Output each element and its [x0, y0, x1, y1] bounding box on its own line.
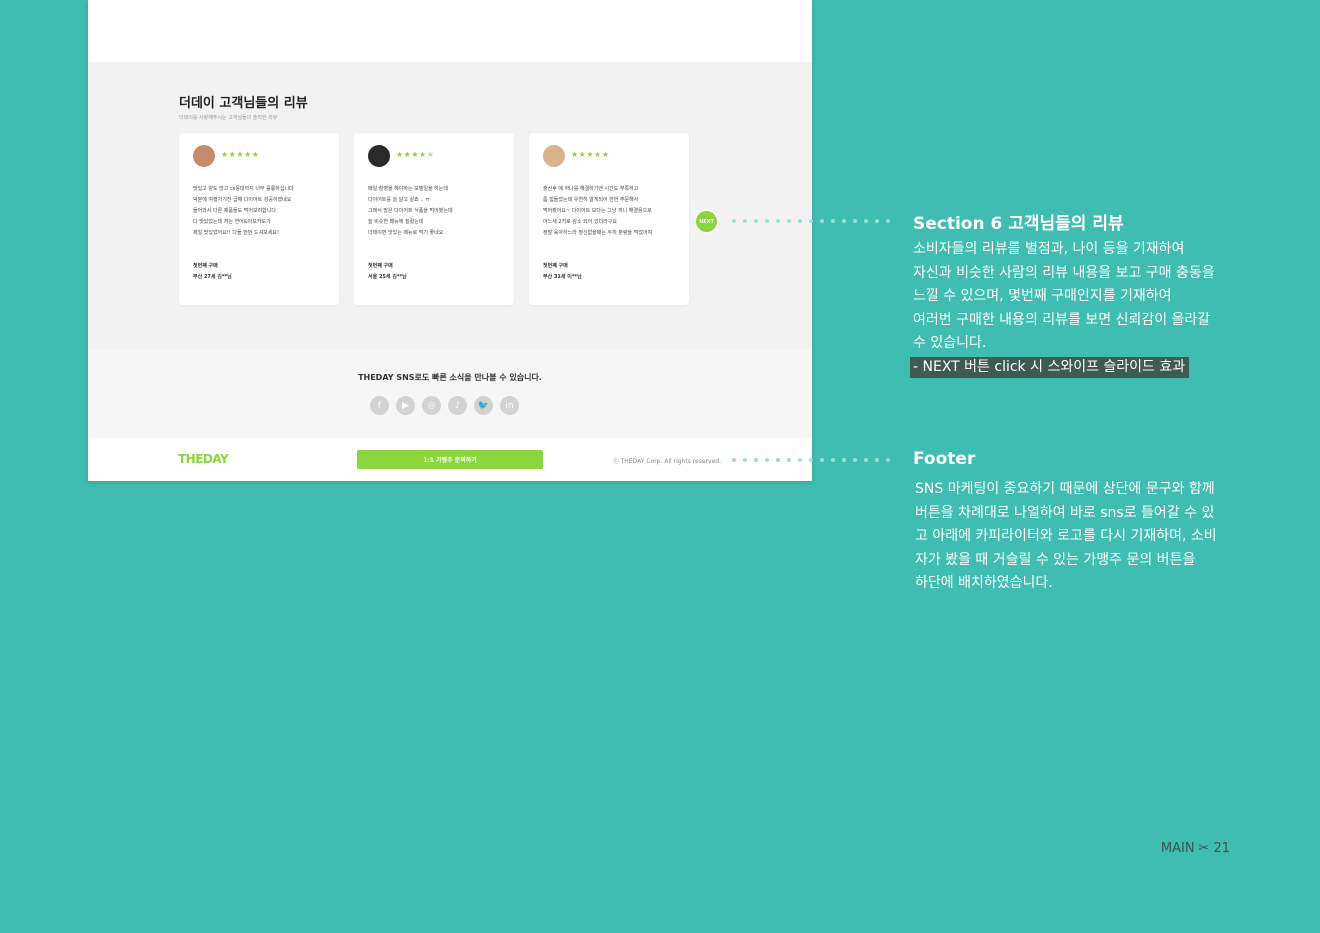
review-line: 좀 힘들었는데 우연히 알게되어 한번 주문해서	[543, 197, 639, 203]
star-rating: ★★★★★	[571, 150, 610, 159]
avatar	[193, 145, 215, 167]
review-line: 들어와서 다른 제품들도 먹어보려합니다	[193, 208, 276, 214]
section6-description: 소비자들의 리뷰를 별점과, 나이 등을 기재하여 자신과 비슷한 사람의 리뷰…	[910, 238, 1215, 379]
footer-description: SNS 마케팅이 중요하기 때문에 상단에 문구와 함께 버튼을 차례대로 나열…	[915, 478, 1217, 596]
tiktok-icon[interactable]: ♪	[448, 396, 467, 415]
review-line: 매일 촬영을 해야하는 모델일을 하는데	[368, 186, 448, 192]
purchase-count: 첫번째 구매	[368, 263, 393, 269]
reviewer-info: 서울 25세 김**님	[368, 274, 407, 280]
highlight-note: - NEXT 버튼 click 시 스와이프 슬라이드 효과	[910, 356, 1190, 378]
franchise-inquiry-button[interactable]: 1:1 가맹주 문의하기	[357, 450, 543, 469]
star-rating: ★★★★★	[396, 150, 435, 159]
review-line: 어느새 2키로 감소 되어 있더라구요	[543, 219, 617, 225]
description-line: 자신과 비슷한 사람의 리뷰 내용을 보고 구매 충동을	[913, 264, 1215, 281]
star-rating: ★★★★★	[221, 150, 260, 159]
reviews-section: 더데이 고객님들의 리뷰 더데이를 사랑해주시는 고객님들의 솔직한 리뷰 ★★…	[88, 62, 812, 350]
sns-text: THEDAY SNS로도 빠른 소식을 만나볼 수 있습니다.	[358, 373, 542, 382]
purchase-count: 첫번째 구매	[543, 263, 568, 269]
review-line: 먹어봤어요~ 다이어트 보다는 그냥 끼니 해결용으로	[543, 208, 652, 214]
review-card: ★★★★★ 매일 촬영을 해야하는 모델일을 하는데 다이어트를 늘 달고 살죠…	[354, 133, 514, 305]
footer-annotation-title: Footer	[913, 449, 976, 469]
section6-title: Section 6 고객님들의 리뷰	[913, 214, 1124, 234]
description-line: 느낄 수 있으며, 몇번째 구매인지를 기재하여	[913, 288, 1172, 304]
review-line: 출산후 애 하나를 해결하기엔 시간도 부족하고	[543, 186, 639, 192]
description-line: SNS 마케팅이 중요하기 때문에 상단에 문구와 함께	[915, 481, 1215, 497]
reviews-title: 더데이 고객님들의 리뷰	[179, 96, 308, 111]
review-line: 맛있고 양도 많고 cs응대까지 너무 훌륭하십니다	[193, 186, 294, 192]
review-line: 덕분에 여행가기전 급해 다이어트 성공하였네요	[193, 197, 292, 203]
description-line: 하단에 배치하였습니다.	[915, 575, 1053, 591]
review-line: 다이어트를 늘 달고 살죠 .. ㅠ	[368, 197, 430, 203]
next-button[interactable]: NEXT	[696, 211, 717, 232]
previous-section	[88, 0, 812, 62]
reviewer-info: 부산 31세 이**님	[543, 274, 582, 280]
reviewer-info: 부산 27세 김**님	[193, 274, 232, 280]
description-line: 수 있습니다.	[913, 335, 987, 351]
connector-dots-section6	[732, 219, 890, 223]
leaf-icon: ✂	[1198, 841, 1210, 856]
avatar	[543, 145, 565, 167]
review-card: ★★★★★ 출산후 애 하나를 해결하기엔 시간도 부족하고 좀 힘들었는데 우…	[529, 133, 689, 305]
review-line: 정말 육아하느라 정신없을때는 두끼 분량을 먹었어여	[543, 230, 653, 236]
instagram-icon[interactable]: ◎	[422, 396, 441, 415]
description-line: 자가 봤을 때 거슬릴 수 있는 가맹주 문의 버튼을	[915, 551, 1196, 568]
review-line: 다 맛있었는데 저는 연어&아보카도가	[193, 219, 271, 225]
review-card: ★★★★★ 맛있고 양도 많고 cs응대까지 너무 훌륭하십니다 덕분에 여행가…	[179, 133, 339, 305]
description-line: 고 아래에 카피라이터와 로고를 다시 기재하며, 소비	[915, 528, 1217, 544]
sns-section: THEDAY SNS로도 빠른 소식을 만나볼 수 있습니다. f ▶ ◎ ♪ …	[88, 350, 812, 438]
avatar	[368, 145, 390, 167]
purchase-count: 첫번째 구매	[193, 263, 218, 269]
review-line: 그래서 많은 다이어트 식품을 먹어봤는데	[368, 208, 453, 214]
page-number: MAIN ✂ 21	[1161, 841, 1230, 856]
facebook-icon[interactable]: f	[370, 396, 389, 415]
website-mockup: 더데이 고객님들의 리뷰 더데이를 사랑해주시는 고객님들의 솔직한 리뷰 ★★…	[88, 0, 812, 481]
review-line: 더데이면 맛있는 메뉴로 먹기 좋네요	[368, 230, 444, 236]
footer-logo[interactable]: THEDAY	[178, 452, 229, 466]
review-line: 제일 맛있었어요!! 다들 한번 드셔보세요!	[193, 230, 279, 236]
description-line: 여러번 구매한 내용의 리뷰를 보면 신뢰감이 올라갈	[913, 311, 1211, 328]
page-label: MAIN	[1160, 841, 1195, 856]
linkedin-icon[interactable]: in	[500, 396, 519, 415]
connector-dots-footer	[732, 458, 890, 462]
twitter-icon[interactable]: 🐦	[474, 396, 493, 415]
description-line: 소비자들의 리뷰를 별점과, 나이 등을 기재하여	[913, 241, 1185, 257]
description-line: 버튼을 차례대로 나열하여 바로 sns로 들어갈 수 있	[915, 504, 1215, 521]
footer: THEDAY 1:1 가맹주 문의하기 ⓒ THEDAY Corp. All r…	[88, 438, 812, 481]
reviews-subtitle: 더데이를 사랑해주시는 고객님들의 솔직한 리뷰	[179, 115, 278, 121]
page-number-value: 21	[1213, 841, 1230, 856]
sns-icon-list: f ▶ ◎ ♪ 🐦 in	[370, 396, 519, 415]
youtube-icon[interactable]: ▶	[396, 396, 415, 415]
copyright-text: ⓒ THEDAY Corp. All rights reserved.	[612, 458, 721, 465]
review-line: 늘 비슷한 메뉴에 질렸는데	[368, 219, 424, 225]
